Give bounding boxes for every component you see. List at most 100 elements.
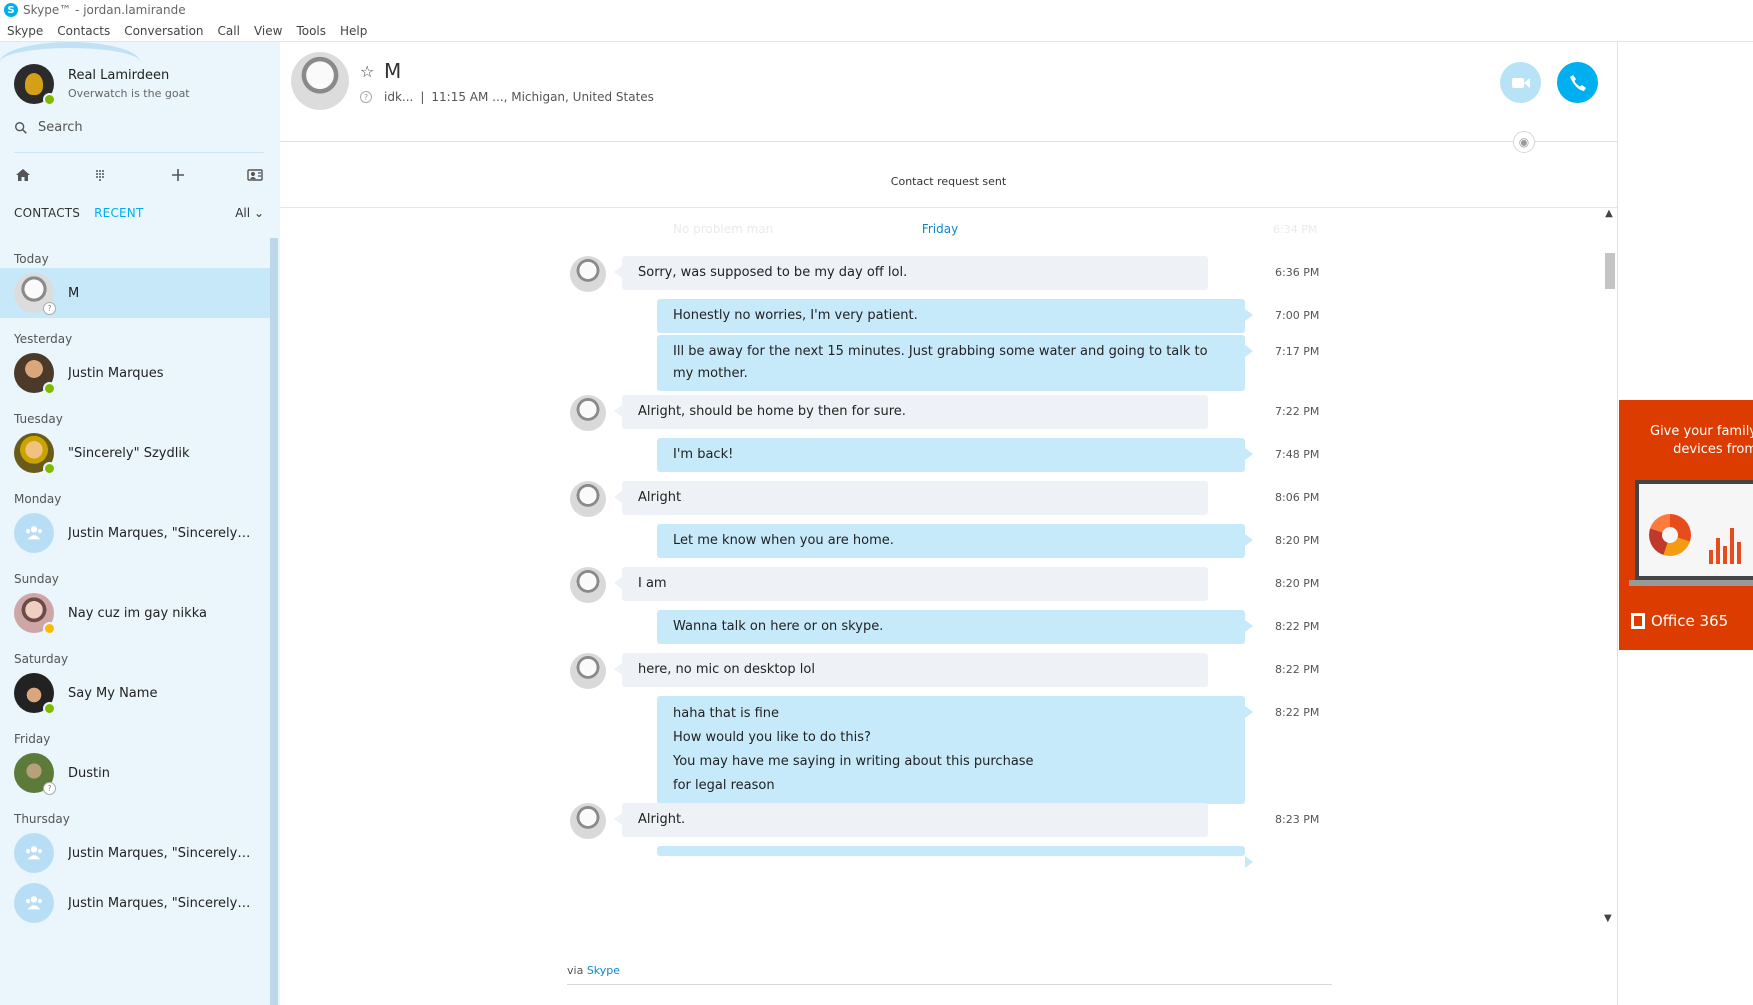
group-label: Yesterday	[14, 332, 73, 346]
search-icon	[15, 121, 27, 134]
list-item-contact[interactable]: "Sincerely" Szydlik	[0, 428, 270, 478]
message-bubble[interactable]: here, no mic on desktop lol	[614, 653, 1208, 687]
message-bubble[interactable]: I'm back!	[657, 438, 1253, 472]
group-label: Thursday	[14, 812, 70, 826]
menu-help[interactable]: Help	[333, 24, 374, 38]
message-bubble[interactable]: Honestly no worries, I'm very patient.	[657, 299, 1253, 333]
message-time: 8:22 PM	[1275, 663, 1320, 676]
scroll-thumb[interactable]	[1605, 253, 1615, 289]
contact-avatar: ?	[14, 273, 56, 315]
contact-tabs: CONTACTS RECENT All ⌄	[14, 206, 264, 220]
day-separator: Friday	[921, 222, 959, 236]
title-bar: S Skype™ - jordan.lamirande	[0, 0, 1753, 20]
globe-icon[interactable]: ◉	[1513, 131, 1535, 153]
ad-text: Give your family devices from	[1637, 423, 1753, 459]
list-item-group-chat[interactable]: Justin Marques, "Sincerely" Sz...	[0, 508, 270, 558]
tab-contacts[interactable]: CONTACTS	[14, 206, 80, 220]
menu-call[interactable]: Call	[211, 24, 247, 38]
via-skype-link[interactable]: Skype	[587, 964, 620, 977]
contact-name: Say My Name	[68, 685, 158, 701]
message-time: 7:17 PM	[1275, 345, 1320, 358]
unknown-status-icon: ?	[43, 782, 56, 795]
contact-name: "Sincerely" Szydlik	[68, 445, 190, 461]
phone-icon	[1569, 74, 1586, 91]
list-item-contact[interactable]: ? M	[0, 268, 270, 318]
recent-list: Today ? M Yesterday Justin Marques Tuesd…	[0, 238, 270, 928]
video-call-button[interactable]	[1500, 62, 1541, 103]
menu-contacts[interactable]: Contacts	[50, 24, 117, 38]
sender-avatar[interactable]	[570, 481, 606, 517]
office-ad[interactable]: Give your family devices from Office 365	[1619, 400, 1753, 650]
dialpad-icon[interactable]	[91, 166, 109, 184]
office-logo: Office 365	[1631, 612, 1728, 630]
via-label: via	[567, 964, 584, 977]
contact-avatar	[14, 673, 56, 715]
chat-location: 11:15 AM ..., Michigan, United States	[431, 90, 654, 104]
chat-title[interactable]: M	[384, 59, 401, 83]
group-label: Today	[14, 252, 49, 266]
profile-mood[interactable]: Overwatch is the goat	[68, 87, 190, 100]
chevron-down-icon: ⌄	[253, 206, 264, 220]
message-bubble[interactable]: I am	[614, 567, 1208, 601]
sidebar-scrollbar[interactable]	[270, 238, 278, 1005]
message-bubble[interactable]: Alright.	[614, 803, 1208, 837]
message-time: 8:06 PM	[1275, 491, 1320, 504]
sender-avatar[interactable]	[570, 395, 606, 431]
add-icon[interactable]	[169, 166, 187, 184]
menu-view[interactable]: View	[247, 24, 289, 38]
sender-avatar[interactable]	[570, 653, 606, 689]
message-line: How would you like to do this?	[673, 730, 871, 745]
pane-divider	[1617, 42, 1618, 1005]
message-bubble[interactable]: Alright	[614, 481, 1208, 515]
laptop-image	[1635, 480, 1753, 580]
list-item-group-chat[interactable]: Justin Marques, "Sincerely" Sz...	[0, 878, 270, 928]
sender-avatar[interactable]	[570, 567, 606, 603]
sender-avatar[interactable]	[570, 256, 606, 292]
scroll-down-icon[interactable]: ▼	[1604, 913, 1612, 924]
menu-tools[interactable]: Tools	[289, 24, 333, 38]
ad-brand: Office 365	[1651, 612, 1729, 630]
menu-skype[interactable]: Skype	[0, 24, 50, 38]
list-item-contact[interactable]: Justin Marques	[0, 348, 270, 398]
donut-chart-graphic	[1649, 514, 1691, 556]
ad-line-2: devices from	[1673, 442, 1753, 457]
online-status-icon	[43, 462, 56, 475]
header-divider	[280, 141, 1617, 142]
profile-card[interactable]: Real Lamirdeen Overwatch is the goat	[14, 64, 190, 106]
add-contact-icon[interactable]	[246, 166, 264, 184]
message-bubble[interactable]: Alright, should be home by then for sure…	[614, 395, 1208, 429]
tab-recent[interactable]: RECENT	[94, 206, 143, 220]
filter-dropdown[interactable]: All ⌄	[235, 206, 264, 220]
home-icon[interactable]	[14, 166, 32, 184]
chat-avatar[interactable]	[291, 52, 349, 110]
conversation-header: ☆ M ? idk... | 11:15 AM ..., Michigan, U…	[280, 42, 1617, 142]
scroll-up-icon[interactable]: ▲	[1602, 208, 1616, 219]
skype-logo-icon: S	[4, 3, 18, 17]
online-status-icon	[43, 702, 56, 715]
audio-call-button[interactable]	[1557, 62, 1598, 103]
message-scrollbar[interactable]: ▲ ▼	[1602, 208, 1616, 924]
message-bubble[interactable]: Sorry, was supposed to be my day off lol…	[614, 256, 1208, 290]
message-bubble[interactable]: haha that is fine How would you like to …	[657, 696, 1253, 804]
message-bubble[interactable]: Let me know when you are home.	[657, 524, 1253, 558]
search-box[interactable]: Search	[14, 120, 264, 135]
conversation-pane: ☆ M ? idk... | 11:15 AM ..., Michigan, U…	[280, 42, 1617, 1005]
list-item-group-chat[interactable]: Justin Marques, "Sincerely" Sz...	[0, 828, 270, 878]
message-time: 8:22 PM	[1275, 706, 1320, 719]
message-time: 7:48 PM	[1275, 448, 1320, 461]
message-bubble[interactable]: Wanna talk on here or on skype.	[657, 610, 1253, 644]
message-bubble[interactable]: Ill be away for the next 15 minutes. Jus…	[657, 335, 1253, 391]
list-item-contact[interactable]: Say My Name	[0, 668, 270, 718]
star-icon[interactable]: ☆	[360, 62, 374, 81]
menu-conversation[interactable]: Conversation	[117, 24, 210, 38]
profile-avatar[interactable]	[14, 64, 56, 106]
laptop-base	[1629, 580, 1753, 586]
list-item-contact[interactable]: ? Dustin	[0, 748, 270, 798]
message-time: 7:00 PM	[1275, 309, 1320, 322]
message-time: 7:22 PM	[1275, 405, 1320, 418]
sidebar: Real Lamirdeen Overwatch is the goat Sea…	[0, 42, 280, 1005]
partial-message-bubble[interactable]	[657, 846, 1253, 868]
unknown-status-icon: ?	[360, 91, 372, 103]
list-item-contact[interactable]: Nay cuz im gay nikka	[0, 588, 270, 638]
sender-avatar[interactable]	[570, 803, 606, 839]
